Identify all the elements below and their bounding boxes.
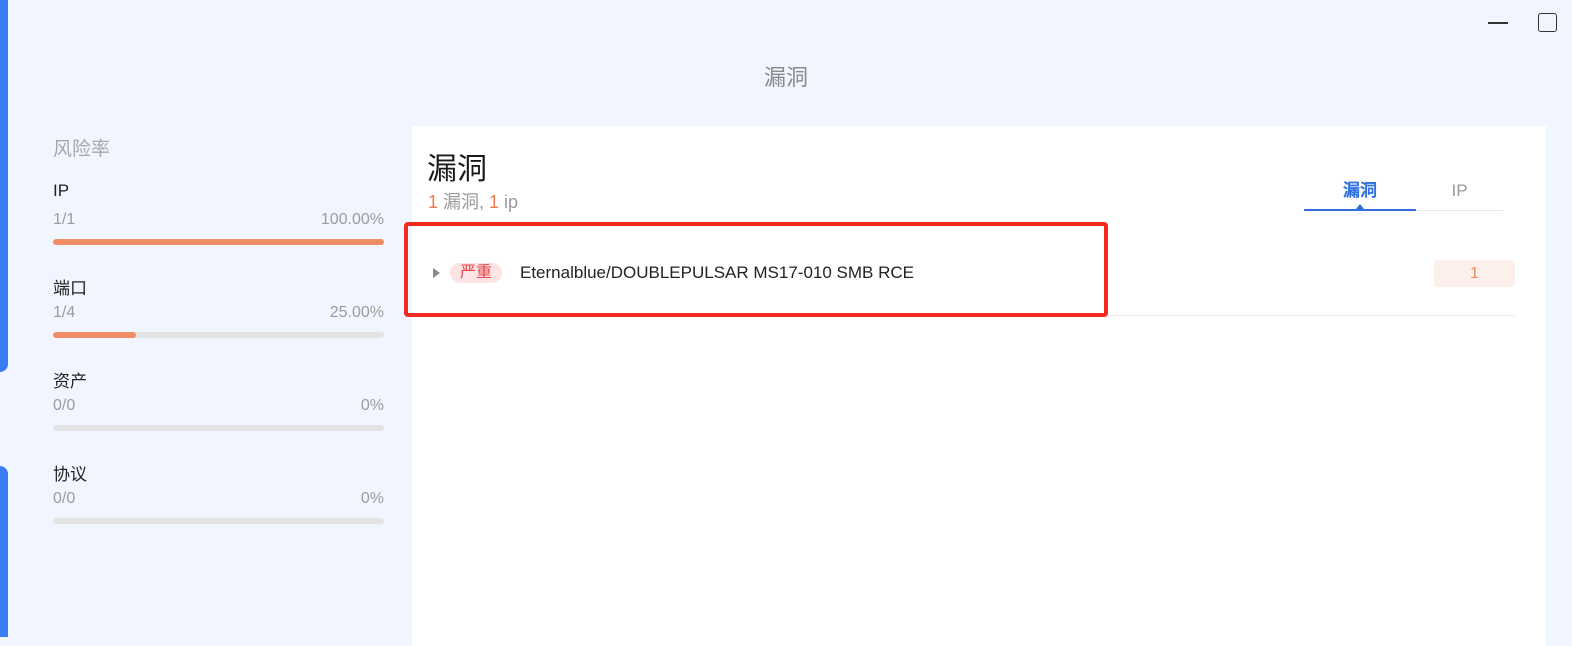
metric-label: 资产 (53, 372, 87, 391)
metric-ratio: 1/4 (53, 304, 76, 321)
ip-count-label: ip (499, 192, 519, 212)
metric-port: 端口 1/4 25.00% (53, 274, 384, 367)
vulnerability-row[interactable]: 严重 Eternalblue/DOUBLEPULSAR MS17-010 SMB… (412, 234, 1515, 316)
metric-values: 1/4 25.00% (53, 304, 384, 324)
tab-ip[interactable]: IP (1416, 180, 1503, 209)
metric-percent: 0% (360, 397, 384, 414)
metric-label: IP (53, 181, 70, 200)
page-title: 漏洞 (763, 65, 808, 90)
vuln-count: 1 (428, 192, 439, 212)
metric-label: 协议 (53, 465, 87, 484)
tab-vulnerabilities[interactable]: 漏洞 (1304, 180, 1416, 211)
progress-bar (53, 332, 384, 338)
metric-percent: 100.00% (320, 211, 384, 228)
metric-protocol: 协议 0/0 0% (53, 460, 384, 553)
risk-panel: 风险率 IP 1/1 100.00% 端口 1/4 25.00% 资产 0/0 … (53, 134, 384, 553)
metric-values: 1/1 100.00% (53, 211, 384, 231)
progress-bar (53, 425, 384, 431)
left-edge-accent (0, 466, 8, 637)
caret-right-icon[interactable] (433, 268, 440, 278)
progress-bar-fill (53, 332, 136, 338)
progress-bar-fill (53, 239, 384, 245)
tab-bar: 漏洞 IP (1304, 180, 1503, 211)
metric-ratio: 1/1 (53, 211, 76, 228)
progress-bar (53, 518, 384, 524)
vuln-count-label: 漏洞, (438, 192, 490, 212)
metric-values: 0/0 0% (53, 490, 384, 510)
vulnerability-name: Eternalblue/DOUBLEPULSAR MS17-010 SMB RC… (520, 263, 914, 282)
severity-badge: 严重 (450, 263, 503, 283)
metric-asset: 资产 0/0 0% (53, 367, 384, 460)
card-title: 漏洞 (427, 153, 487, 186)
ip-count: 1 (489, 192, 500, 212)
metric-ip: IP 1/1 100.00% (53, 181, 384, 274)
maximize-icon[interactable] (1536, 10, 1564, 36)
card-subtitle: 1 漏洞, 1 ip (428, 188, 518, 214)
risk-title: 风险率 (53, 139, 111, 160)
count-badge: 1 (1434, 260, 1515, 287)
progress-bar (53, 239, 384, 245)
metric-ratio: 0/0 (53, 397, 76, 414)
metric-values: 0/0 0% (53, 397, 384, 417)
metric-percent: 25.00% (329, 304, 384, 321)
minimize-icon[interactable] (1484, 10, 1512, 36)
left-edge-accent (0, 0, 8, 372)
vulnerability-card: 漏洞 1 漏洞, 1 ip 漏洞 IP 严重 Eternalblue/DOUBL… (412, 126, 1546, 646)
metric-percent: 0% (360, 490, 384, 507)
metric-label: 端口 (53, 279, 87, 298)
metric-ratio: 0/0 (53, 490, 76, 507)
